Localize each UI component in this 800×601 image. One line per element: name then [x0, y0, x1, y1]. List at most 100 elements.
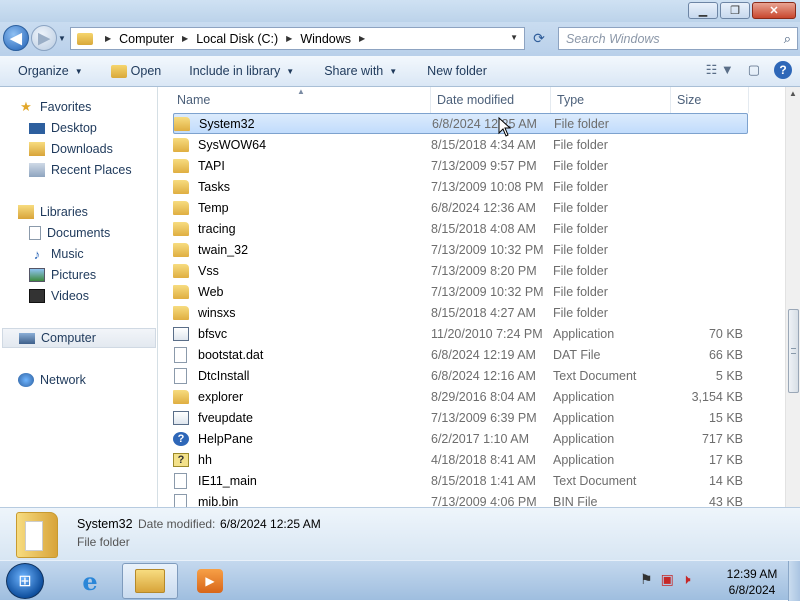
scroll-up-icon[interactable]: ▲: [789, 89, 797, 98]
table-row[interactable]: bfsvc 11/20/2010 7:24 PM Application 70 KB: [173, 323, 748, 344]
taskbar-media-player[interactable]: ▶: [182, 563, 238, 599]
nav-computer[interactable]: Computer: [2, 328, 156, 348]
nav-network-label: Network: [40, 373, 86, 387]
cell-date-modified: 7/13/2009 6:39 PM: [431, 410, 537, 425]
cell-name: Web: [173, 284, 431, 299]
cell-name: tracing: [173, 221, 431, 236]
refresh-icon[interactable]: ⟳: [528, 30, 550, 48]
back-button[interactable]: ◀: [3, 25, 29, 51]
minimize-button[interactable]: ▁: [688, 2, 718, 19]
organize-button[interactable]: Organize ▼: [18, 64, 83, 78]
nav-recent-places[interactable]: Recent Places: [29, 160, 132, 180]
breadcrumb-local-disk[interactable]: Local Disk (C:): [196, 32, 278, 46]
cell-name: mib.bin: [173, 493, 431, 507]
sort-arrow-icon: ▲: [297, 87, 305, 96]
pictures-icon: [29, 268, 45, 282]
column-date-modified[interactable]: Date modified: [431, 87, 551, 113]
help-icon[interactable]: ?: [774, 61, 792, 79]
cell-name: fveupdate: [173, 410, 431, 425]
libraries-icon: [18, 205, 34, 219]
organize-label: Organize: [18, 64, 69, 78]
network-disconnected-icon[interactable]: ▣: [661, 571, 674, 588]
table-row[interactable]: IE11_main 8/15/2018 1:41 AM Text Document 1…: [173, 470, 748, 491]
nav-libraries[interactable]: Libraries: [18, 202, 88, 222]
nav-music[interactable]: ♪ Music: [29, 244, 84, 264]
details-date-label: Date modified:: [138, 517, 216, 531]
cell-name: SysWOW64: [173, 137, 431, 152]
vertical-scrollbar[interactable]: ▲: [785, 87, 800, 507]
cell-date-modified: 6/8/2024 12:16 AM: [431, 368, 536, 383]
table-row[interactable]: Vss 7/13/2009 8:20 PM File folder: [173, 260, 748, 281]
table-row[interactable]: winsxs 8/15/2018 4:27 AM File folder: [173, 302, 748, 323]
column-name[interactable]: Name: [159, 87, 431, 113]
cell-name: System32: [174, 116, 432, 131]
cell-date-modified: 11/20/2010 7:24 PM: [431, 326, 543, 341]
start-button[interactable]: ⊞: [6, 563, 44, 599]
cell-date-modified: 7/13/2009 9:57 PM: [431, 158, 537, 173]
table-row[interactable]: Tasks 7/13/2009 10:08 PM File folder: [173, 176, 748, 197]
table-row[interactable]: Web 7/13/2009 10:32 PM File folder: [173, 281, 748, 302]
cell-name: Temp: [173, 200, 431, 215]
cell-date-modified: 8/29/2016 8:04 AM: [431, 389, 536, 404]
nav-downloads[interactable]: Downloads: [29, 139, 113, 159]
file-name: SysWOW64: [198, 137, 267, 152]
scroll-thumb[interactable]: [788, 309, 799, 393]
forward-button[interactable]: ▶: [31, 25, 57, 51]
maximize-button[interactable]: ❐: [720, 2, 750, 19]
close-button[interactable]: ✕: [752, 2, 796, 19]
file-icon: [174, 472, 187, 489]
share-with-button[interactable]: Share with ▼: [324, 64, 397, 78]
nav-videos[interactable]: Videos: [29, 286, 89, 306]
open-button[interactable]: Open: [110, 64, 161, 78]
table-row[interactable]: ? HelpPane 6/2/2017 1:10 AM Application 717 …: [173, 428, 748, 449]
cell-date-modified: 7/13/2009 4:06 PM: [431, 494, 537, 508]
table-row[interactable]: mib.bin 7/13/2009 4:06 PM BIN File 43 KB: [173, 491, 748, 507]
address-bar[interactable]: ▶ Computer ▶ Local Disk (C:) ▶ Windows ▶…: [70, 27, 525, 50]
table-row[interactable]: bootstat.dat 6/8/2024 12:19 AM DAT File 66 …: [173, 344, 748, 365]
table-row[interactable]: tracing 8/15/2018 4:08 AM File folder: [173, 218, 748, 239]
show-desktop-button[interactable]: [788, 561, 800, 601]
breadcrumb-computer[interactable]: Computer: [119, 32, 174, 46]
breadcrumb-windows[interactable]: Windows: [300, 32, 351, 46]
share-with-label: Share with: [324, 64, 384, 78]
column-type[interactable]: Type: [551, 87, 671, 113]
table-row[interactable]: twain_32 7/13/2009 10:32 PM File folder: [173, 239, 748, 260]
search-icon[interactable]: ⌕: [784, 31, 791, 47]
new-folder-button[interactable]: New folder: [427, 64, 487, 78]
change-view-icon[interactable]: ☷ ▼: [706, 62, 734, 78]
table-row[interactable]: fveupdate 7/13/2009 6:39 PM Application 15 …: [173, 407, 748, 428]
cell-name: explorer: [173, 389, 431, 404]
taskbar-internet-explorer[interactable]: e: [62, 563, 118, 599]
include-in-library-button[interactable]: Include in library ▼: [189, 64, 294, 78]
preview-pane-icon[interactable]: ▢: [748, 62, 760, 78]
table-row[interactable]: TAPI 7/13/2009 9:57 PM File folder: [173, 155, 748, 176]
table-row[interactable]: explorer 8/29/2016 8:04 AM Application 3,15…: [173, 386, 748, 407]
table-row[interactable]: DtcInstall 6/8/2024 12:16 AM Text Document…: [173, 365, 748, 386]
column-size[interactable]: Size: [671, 87, 749, 113]
table-row[interactable]: Temp 6/8/2024 12:36 AM File folder: [173, 197, 748, 218]
nav-documents[interactable]: Documents: [29, 223, 110, 243]
nav-favorites[interactable]: ★ Favorites: [18, 97, 91, 117]
cell-date-modified: 6/2/2017 1:10 AM: [431, 431, 529, 446]
breadcrumb-arrow-icon[interactable]: ▶: [182, 34, 188, 43]
volume-muted-icon[interactable]: 🕨: [682, 571, 691, 588]
network-icon: [18, 373, 34, 387]
nav-network[interactable]: Network: [18, 370, 86, 390]
breadcrumb-arrow-icon[interactable]: ▶: [105, 34, 111, 43]
recent-pages-dropdown-icon[interactable]: ▼: [58, 34, 66, 43]
table-row[interactable]: System32 6/8/2024 12:25 AM File folder: [173, 113, 748, 134]
folder-icon: [173, 263, 189, 278]
taskbar-windows-explorer[interactable]: [122, 563, 178, 599]
breadcrumb-arrow-icon[interactable]: ▶: [359, 34, 365, 43]
clock[interactable]: 12:39 AM 6/8/2024: [722, 566, 782, 598]
nav-pictures[interactable]: Pictures: [29, 265, 96, 285]
folder-icon: [173, 179, 189, 194]
breadcrumb-arrow-icon[interactable]: ▶: [286, 34, 292, 43]
address-dropdown-icon[interactable]: ▼: [510, 33, 518, 42]
table-row[interactable]: ? hh 4/18/2018 8:41 AM Application 17 KB: [173, 449, 748, 470]
nav-desktop[interactable]: Desktop: [29, 118, 97, 138]
chevron-down-icon: ▼: [389, 66, 398, 76]
action-center-flag-icon[interactable]: ⚑: [640, 571, 653, 588]
table-row[interactable]: SysWOW64 8/15/2018 4:34 AM File folder: [173, 134, 748, 155]
search-input[interactable]: Search Windows ⌕: [558, 27, 798, 50]
